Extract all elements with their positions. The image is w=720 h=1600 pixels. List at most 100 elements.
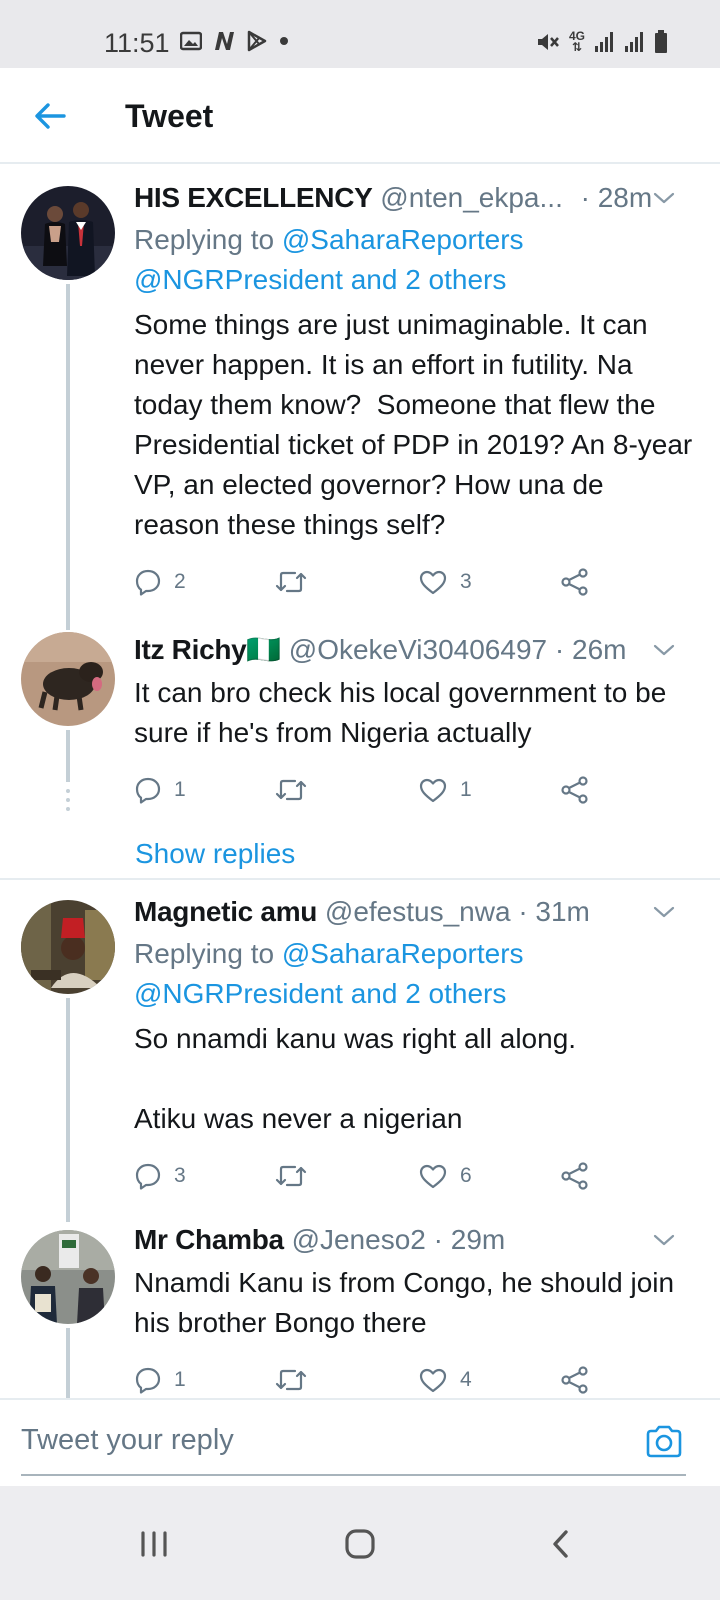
thread-line — [66, 730, 70, 782]
mention-link[interactable]: @SaharaReporters — [282, 938, 524, 969]
mention-link[interactable]: @NGRPresident and 2 others — [134, 264, 506, 295]
share-icon — [561, 1366, 588, 1394]
reply-button[interactable]: 1 — [134, 1360, 186, 1400]
heart-icon — [419, 1368, 447, 1393]
tweet-header: HIS EXCELLENCY @nten_ekpa... · 28m — [134, 180, 696, 216]
like-count: 4 — [460, 1368, 472, 1391]
image-icon — [180, 31, 202, 51]
replying-label: Replying to — [134, 938, 282, 969]
top-app-bar: Tweet — [0, 68, 720, 164]
author-handle[interactable]: @Jeneso2 — [292, 1224, 426, 1255]
share-icon — [561, 776, 588, 804]
avatar[interactable] — [21, 900, 115, 994]
reply-composer: Tweet your reply — [0, 1398, 720, 1486]
tweet-time: · 28m — [580, 182, 653, 213]
like-button[interactable]: 3 — [418, 562, 472, 602]
like-button[interactable]: 1 — [418, 770, 472, 810]
reply-button[interactable]: 3 — [134, 1156, 186, 1196]
like-button[interactable]: 4 — [418, 1360, 472, 1400]
network-label: 4G — [568, 29, 585, 43]
tweet-body: Magnetic amu @efestus_nwa · 31m Replying… — [134, 894, 696, 1196]
author-handle[interactable]: @OkekeVi30406497 — [289, 634, 547, 665]
thread-dots — [66, 789, 70, 811]
author-handle[interactable]: @nten_ekpa... — [380, 182, 563, 213]
n-app-icon — [215, 32, 234, 50]
retweet-button[interactable] — [274, 1156, 320, 1196]
author-handle[interactable]: @efestus_nwa — [325, 896, 511, 927]
signal-icon — [625, 32, 643, 52]
avatar[interactable] — [21, 186, 115, 280]
author-name[interactable]: HIS EXCELLENCY — [134, 182, 373, 213]
heart-icon — [419, 1164, 447, 1189]
author-name[interactable]: Magnetic amu — [134, 896, 317, 927]
tweet-body: HIS EXCELLENCY @nten_ekpa... · 28m Reply… — [134, 180, 696, 602]
mention-link[interactable]: @NGRPresident and 2 others — [134, 978, 506, 1009]
chevron-down-icon[interactable] — [652, 902, 676, 922]
reply-input[interactable]: Tweet your reply — [21, 1424, 234, 1457]
system-nav-bar — [0, 1486, 720, 1600]
battery-icon — [655, 30, 667, 53]
like-count: 6 — [460, 1164, 472, 1187]
retweet-button[interactable] — [274, 562, 320, 602]
tweet-header: Itz Richy🇳🇬 @OkekeVi30406497 · 26m — [134, 632, 696, 668]
camera-icon[interactable] — [644, 1422, 684, 1462]
share-button[interactable] — [560, 770, 590, 810]
tweet-text: So nnamdi kanu was right all along. Atik… — [134, 1023, 577, 1134]
reply-icon — [135, 569, 161, 596]
author-name[interactable]: Itz Richy🇳🇬 — [134, 634, 281, 665]
chevron-down-icon[interactable] — [652, 640, 676, 660]
tweet-actions: 3 6 — [134, 1156, 696, 1196]
page-title: Tweet — [125, 98, 214, 134]
status-time: 11:51 — [104, 28, 170, 58]
share-button[interactable] — [560, 562, 590, 602]
tweet[interactable]: HIS EXCELLENCY @nten_ekpa... · 28m Reply… — [0, 168, 720, 630]
arrow-left-icon[interactable] — [30, 96, 70, 136]
tweet-text: Nnamdi Kanu is from Congo, he should joi… — [134, 1267, 682, 1338]
tweet[interactable]: Magnetic amu @efestus_nwa · 31m Replying… — [0, 884, 720, 1222]
retweet-icon — [275, 1369, 307, 1391]
reply-icon — [135, 1163, 161, 1190]
avatar[interactable] — [21, 1230, 115, 1324]
divider — [0, 878, 720, 880]
like-button[interactable]: 6 — [418, 1156, 472, 1196]
like-count: 1 — [460, 778, 472, 801]
tweet-time: · 29m — [433, 1224, 506, 1255]
reply-icon — [135, 777, 161, 804]
tweet-actions: 2 3 — [134, 562, 696, 602]
thread-line — [66, 998, 70, 1222]
back-icon[interactable] — [538, 1520, 586, 1568]
retweet-icon — [275, 571, 307, 593]
tweet-time: · 31m — [518, 896, 590, 927]
show-replies-link[interactable]: Show replies — [135, 838, 295, 870]
system-icons: 4G ⇅ — [536, 30, 668, 54]
reply-button[interactable]: 1 — [134, 770, 186, 810]
home-icon[interactable] — [336, 1520, 384, 1568]
conversation-timeline[interactable]: HIS EXCELLENCY @nten_ekpa... · 28m Reply… — [0, 168, 720, 1426]
share-button[interactable] — [560, 1156, 590, 1196]
heart-icon — [419, 778, 447, 803]
recent-apps-icon[interactable] — [130, 1520, 178, 1568]
4g-icon: 4G ⇅ — [568, 29, 585, 54]
reply-count: 1 — [174, 1368, 186, 1391]
author-name[interactable]: Mr Chamba — [134, 1224, 284, 1255]
chevron-down-icon[interactable] — [652, 1230, 676, 1250]
tweet[interactable]: Itz Richy🇳🇬 @OkekeVi30406497 · 26m It ca… — [0, 622, 720, 882]
tweet-header: Mr Chamba @Jeneso2 · 29m — [134, 1222, 696, 1258]
reply-button[interactable]: 2 — [134, 562, 186, 602]
tweet-time: · 26m — [554, 634, 627, 665]
share-icon — [561, 568, 588, 596]
avatar[interactable] — [21, 632, 115, 726]
tweet[interactable]: Mr Chamba @Jeneso2 · 29m Nnamdi Kanu is … — [0, 1224, 720, 1426]
replying-to: Replying to @SaharaReporters @NGRPreside… — [134, 220, 696, 300]
reply-count: 2 — [174, 570, 186, 593]
share-button[interactable] — [560, 1360, 590, 1400]
retweet-button[interactable] — [274, 1360, 320, 1400]
share-icon — [561, 1162, 588, 1190]
tweet-text: Some things are just unimaginable. It ca… — [134, 309, 701, 540]
replying-to: Replying to @SaharaReporters @NGRPreside… — [134, 934, 696, 1014]
mention-link[interactable]: @SaharaReporters — [282, 224, 524, 255]
tweet-header: Magnetic amu @efestus_nwa · 31m — [134, 894, 696, 930]
thread-line — [66, 284, 70, 630]
retweet-button[interactable] — [274, 770, 320, 810]
chevron-down-icon[interactable] — [652, 188, 676, 208]
